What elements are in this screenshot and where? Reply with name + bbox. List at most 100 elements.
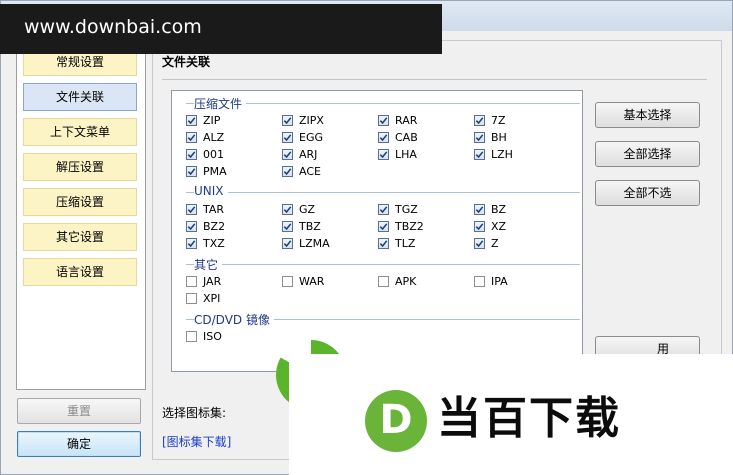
checkbox-checked-icon[interactable] [186,237,197,249]
checkbox-unchecked-icon[interactable] [282,275,293,287]
checkbox-bh[interactable]: BH [474,130,507,144]
checkbox-rar[interactable]: RAR [378,113,417,127]
checkbox-label: GZ [299,202,316,216]
checkbox-ace[interactable]: ACE [282,164,321,178]
checkbox-iso[interactable]: ISO [186,329,222,343]
checkbox-checked-icon[interactable] [378,148,389,160]
checkbox-label: XPI [203,291,221,305]
checkbox-label: BZ2 [203,219,226,233]
checkbox-xpi[interactable]: XPI [186,291,220,305]
group-label: UNIX [194,184,228,198]
checkbox-arj[interactable]: ARJ [282,147,317,161]
select-none-button[interactable]: 全部不选 [595,180,700,206]
checkbox-unchecked-icon[interactable] [186,275,197,287]
checkbox-label: TBZ [299,219,321,233]
checkbox-label: EGG [299,130,323,144]
checkbox-tbz2[interactable]: TBZ2 [378,219,424,233]
checkbox-txz[interactable]: TXZ [186,236,225,250]
checkbox-alz[interactable]: ALZ [186,130,224,144]
group-label: 压缩文件 [194,95,247,112]
checkbox-cab[interactable]: CAB [378,130,418,144]
checkbox-tar[interactable]: TAR [186,202,224,216]
checkbox-ipa[interactable]: IPA [474,274,508,288]
checkbox-lzh[interactable]: LZH [474,147,513,161]
checkbox-checked-icon[interactable] [186,114,197,126]
checkbox-checked-icon[interactable] [474,148,485,160]
checkbox-checked-icon[interactable] [282,131,293,143]
checkbox-label: PMA [203,164,227,178]
sidebar-item-compress[interactable]: 压缩设置 [23,188,137,216]
checkbox-checked-icon[interactable] [282,203,293,215]
checkbox-unchecked-icon[interactable] [474,275,485,287]
checkbox-checked-icon[interactable] [186,203,197,215]
checkbox-checked-icon[interactable] [474,203,485,215]
checkbox-checked-icon[interactable] [282,148,293,160]
checkbox-apk[interactable]: APK [378,274,416,288]
checkbox-label: BZ [491,202,507,216]
checkbox-label: APK [395,274,417,288]
checkbox-001[interactable]: 001 [186,147,224,161]
checkbox-zip[interactable]: ZIP [186,113,220,127]
checkbox-gz[interactable]: GZ [282,202,315,216]
checkbox-checked-icon[interactable] [474,220,485,232]
checkbox-lzma[interactable]: LZMA [282,236,330,250]
checkbox-checked-icon[interactable] [186,165,197,177]
checkbox-checked-icon[interactable] [378,114,389,126]
checkbox-label: 001 [203,147,224,161]
checkbox-label: Z [491,236,499,250]
checkbox-checked-icon[interactable] [378,203,389,215]
checkbox-checked-icon[interactable] [378,220,389,232]
checkbox-bz2[interactable]: BZ2 [186,219,225,233]
checkbox-tlz[interactable]: TLZ [378,236,415,250]
checkbox-checked-icon[interactable] [186,131,197,143]
checkbox-checked-icon[interactable] [186,148,197,160]
icon-set-download-link[interactable]: [图标集下载] [162,433,231,450]
checkbox-checked-icon[interactable] [282,114,293,126]
checkbox-checked-icon[interactable] [282,165,293,177]
select-all-button[interactable]: 全部选择 [595,141,700,167]
checkbox-checked-icon[interactable] [474,131,485,143]
sidebar-item-extract[interactable]: 解压设置 [23,153,137,181]
group-divider [186,192,580,193]
checkbox-checked-icon[interactable] [474,114,485,126]
checkbox-checked-icon[interactable] [474,237,485,249]
basic-select-button[interactable]: 基本选择 [595,102,700,128]
sidebar-item-language[interactable]: 语言设置 [23,258,137,286]
checkbox-checked-icon[interactable] [378,237,389,249]
checkbox-xz[interactable]: XZ [474,219,506,233]
checkbox-label: LZH [491,147,513,161]
checkbox-label: ACE [299,164,321,178]
reset-button[interactable]: 重置 [17,398,141,424]
checkbox-label: LZMA [299,236,330,250]
checkbox-checked-icon[interactable] [186,220,197,232]
checkbox-unchecked-icon[interactable] [186,330,197,342]
checkbox-unchecked-icon[interactable] [378,275,389,287]
sidebar-item-file-association[interactable]: 文件关联 [23,83,137,111]
checkbox-egg[interactable]: EGG [282,130,323,144]
checkbox-pma[interactable]: PMA [186,164,227,178]
checkbox-unchecked-icon[interactable] [186,292,197,304]
ok-button[interactable]: 确定 [17,431,141,457]
page-title: 文件关联 [162,55,211,69]
checkbox-jar[interactable]: JAR [186,274,221,288]
checkbox-label: ZIP [203,113,221,127]
checkbox-label: WAR [299,274,325,288]
checkbox-tbz[interactable]: TBZ [282,219,321,233]
icon-set-label: 选择图标集: [162,406,227,420]
checkbox-war[interactable]: WAR [282,274,324,288]
file-type-list[interactable]: 压缩文件 ZIP ZIPX RAR 7Z ALZ EGG CAB BH 001 ARJ LHA LZH P… [171,90,583,372]
checkbox-checked-icon[interactable] [282,237,293,249]
checkbox-label: RAR [395,113,418,127]
checkbox-checked-icon[interactable] [282,220,293,232]
checkbox-bz[interactable]: BZ [474,202,506,216]
checkbox-z[interactable]: Z [474,236,499,250]
checkbox-zipx[interactable]: ZIPX [282,113,324,127]
settings-sidebar: 常规设置 文件关联 上下文菜单 解压设置 压缩设置 其它设置 语言设置 [16,42,146,390]
sidebar-item-other[interactable]: 其它设置 [23,223,137,251]
checkbox-lha[interactable]: LHA [378,147,417,161]
sidebar-item-context-menu[interactable]: 上下文菜单 [23,118,137,146]
checkbox-checked-icon[interactable] [378,131,389,143]
checkbox-label: TXZ [203,236,225,250]
checkbox-tgz[interactable]: TGZ [378,202,418,216]
checkbox-7z[interactable]: 7Z [474,113,506,127]
